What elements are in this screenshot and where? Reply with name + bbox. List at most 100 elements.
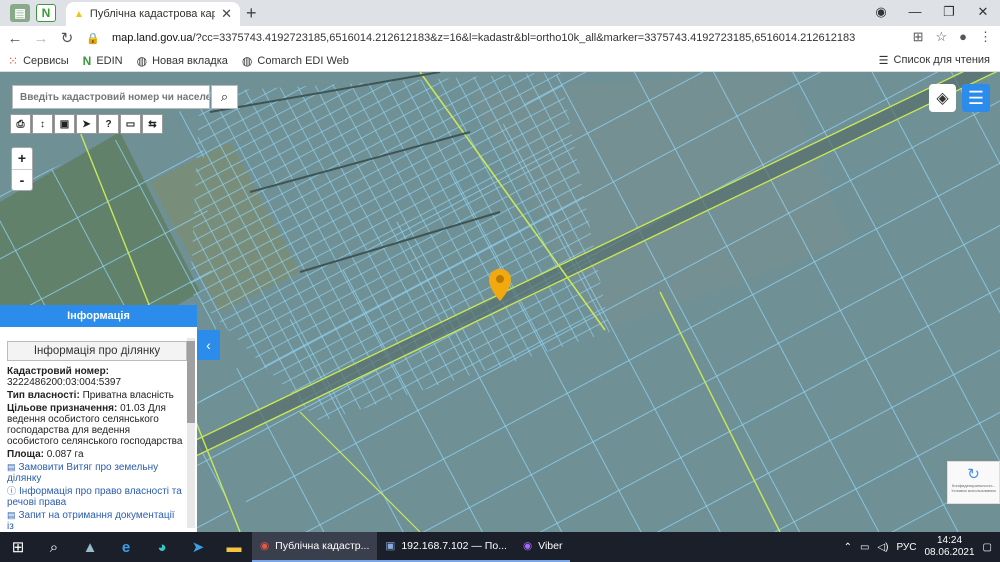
folder-icon: ▬ [226, 538, 242, 556]
pinned-tab-1[interactable]: ▤ [10, 4, 30, 22]
minimize-icon[interactable]: — [898, 0, 932, 26]
purpose-label: Цільове призначення: [7, 403, 118, 414]
chevron-up-icon[interactable]: ⌃ [844, 542, 852, 553]
map-toolbar: ⎙ ↕ ▣ ➤ ? ▭ ⇆ [10, 114, 163, 134]
order-extract-link[interactable]: ▤ Замовити Витяг про земельну ділянку [7, 462, 184, 484]
clock[interactable]: 14:24 08.06.2021 [924, 535, 974, 559]
info-icon: ⓘ [7, 486, 17, 496]
reload-icon[interactable]: ↻ [56, 29, 78, 47]
apps-grid-icon: ⁙ [8, 53, 19, 68]
print-icon[interactable]: ⎙ [10, 114, 31, 134]
maximize-icon[interactable]: ❐ [932, 0, 966, 26]
area-measure-icon[interactable]: ▣ [54, 114, 75, 134]
language-indicator[interactable]: РУС [896, 542, 916, 553]
area-label: Площа: [7, 449, 44, 460]
edge-icon: ◕ [157, 538, 167, 556]
telegram-icon: ➤ [191, 539, 205, 556]
tab-search-icon[interactable]: ◉ [864, 0, 898, 26]
recaptcha-text: Конфиденциальность - Условия использован… [951, 483, 996, 493]
reading-list-button[interactable]: ☰ Список для чтения [879, 54, 990, 67]
recaptcha-icon: ↻ [967, 466, 980, 483]
menu-button[interactable]: ☰ [962, 84, 990, 112]
address-bar-row: ← → ↻ 🔒 map.land.gov.ua/?cc=3375743.4192… [0, 26, 1000, 50]
scrollbar-thumb[interactable] [187, 341, 195, 423]
zoom-in-button[interactable]: + [12, 148, 32, 169]
globe-icon: ◍ [241, 53, 253, 68]
zoom-control: + - [11, 147, 33, 191]
taskbar-explorer[interactable]: ▬ [216, 532, 252, 562]
layers-button[interactable]: ◈ [929, 84, 956, 112]
tab-favicon-icon: ▲ [74, 8, 84, 20]
document-icon: ▤ [7, 462, 16, 472]
parcel-info-title: Інформація про ділянку [7, 341, 187, 361]
zoom-out-button[interactable]: - [12, 169, 32, 190]
start-button[interactable]: ⊞ [0, 532, 36, 562]
monitor-icon[interactable]: ▭ [120, 114, 141, 134]
taskbar-viber[interactable]: ◉ Viber [514, 532, 571, 562]
window-close-icon[interactable]: ✕ [966, 0, 1000, 26]
new-tab-icon[interactable]: + [246, 3, 257, 24]
area-value: 0.087 га [46, 449, 84, 460]
ruler-icon[interactable]: ↕ [32, 114, 53, 134]
collapse-panel-button[interactable]: ‹ [197, 330, 220, 360]
pinned-tab-edin[interactable]: N [36, 4, 56, 22]
notifications-icon[interactable]: ▢ [983, 542, 992, 553]
search-box [12, 85, 210, 109]
bookmark-edin[interactable]: N EDIN [83, 54, 123, 68]
search-icon: ⌕ [49, 538, 59, 556]
url-field[interactable]: map.land.gov.ua/?cc=3375743.4192723185,6… [112, 32, 902, 44]
close-tab-icon[interactable]: ✕ [221, 6, 232, 22]
volume-icon[interactable]: ◁) [877, 542, 888, 553]
remote-desktop-icon: ▣ [385, 540, 396, 552]
bookmark-services[interactable]: ⁙ Сервисы [8, 54, 69, 68]
info-panel-header: Інформація [0, 305, 197, 327]
info-panel: Інформація Інформація про ділянку Кадаст… [0, 305, 197, 532]
taskbar-remote-desktop[interactable]: ▣ 192.168.7.102 — По... [377, 532, 515, 562]
hamburger-icon: ☰ [967, 87, 985, 108]
browser-tab-active[interactable]: ▲ Публічна кадастрова карта Укр ✕ [66, 2, 240, 26]
search-icon: ⌕ [220, 89, 229, 104]
cadastral-number: 3222486200:03:004:5397 [7, 377, 122, 388]
star-icon[interactable]: ☆ [935, 29, 947, 45]
edin-icon: N [82, 53, 92, 68]
profile-icon[interactable]: ● [959, 29, 967, 45]
more-menu-icon[interactable]: ⋮ [979, 29, 992, 45]
taskbar-search-button[interactable]: ⌕ [36, 532, 72, 562]
info-panel-scrollbar[interactable] [187, 338, 195, 528]
tab-strip: ▤ N ▲ Публічна кадастрова карта Укр ✕ + … [0, 0, 1000, 26]
layers-icon: ◈ [936, 90, 949, 107]
ownership-value: Приватна власність [82, 390, 174, 401]
forward-icon[interactable]: → [30, 30, 52, 47]
network-icon[interactable]: ▭ [860, 542, 869, 553]
ownership-rights-link[interactable]: ⓘ Інформація про право власності та речов… [7, 486, 184, 508]
translate-icon[interactable]: ⊞ [913, 29, 924, 45]
chevron-left-icon: ‹ [206, 337, 211, 353]
taskbar-chrome[interactable]: ◉ Публічна кадастр... [252, 532, 378, 562]
taskbar-ie[interactable]: e [108, 532, 144, 562]
help-icon[interactable]: ? [98, 114, 119, 134]
taskbar-edge[interactable]: ◕ [144, 532, 180, 562]
system-tray: ⌃ ▭ ◁) РУС 14:24 08.06.2021 ▢ [844, 532, 1000, 562]
taskbar-telegram[interactable]: ➤ [180, 532, 216, 562]
pointer-icon[interactable]: ➤ [76, 114, 97, 134]
ownership-label: Тип власності: [7, 390, 80, 401]
search-input[interactable] [20, 91, 209, 103]
back-icon[interactable]: ← [4, 30, 26, 47]
windows-taskbar: ⊞ ⌕ ▲ e ◕ ➤ ▬ ◉ Публічна кадастр... ▣ 192.… [0, 532, 1000, 562]
parcel-details: Кадастровий номер: 3222486200:03:004:5397… [0, 361, 197, 532]
app-icon: ▲ [82, 538, 98, 556]
bookmarks-bar: ⁙ Сервисы N EDIN ◍ Новая вкладка ◍ Comarch E… [0, 50, 1000, 72]
taskbar-app-1[interactable]: ▲ [72, 532, 108, 562]
cadastral-label: Кадастровий номер: [7, 366, 110, 377]
viber-icon: ◉ [522, 540, 533, 552]
documentation-request-link[interactable]: ▤ Запит на отримання документації із [7, 510, 184, 532]
reading-list-icon: ☰ [878, 55, 889, 67]
search-button[interactable]: ⌕ [211, 85, 238, 109]
bookmark-comarch[interactable]: ◍ Comarch EDI Web [242, 54, 349, 68]
recaptcha-badge[interactable]: ↻ Конфиденциальность - Условия использов… [947, 461, 1000, 504]
chrome-icon: ◉ [260, 540, 270, 552]
route-icon[interactable]: ⇆ [142, 114, 163, 134]
lock-icon: 🔒 [86, 32, 100, 45]
location-marker-icon[interactable] [488, 268, 512, 302]
bookmark-new-tab[interactable]: ◍ Новая вкладка [137, 54, 228, 68]
